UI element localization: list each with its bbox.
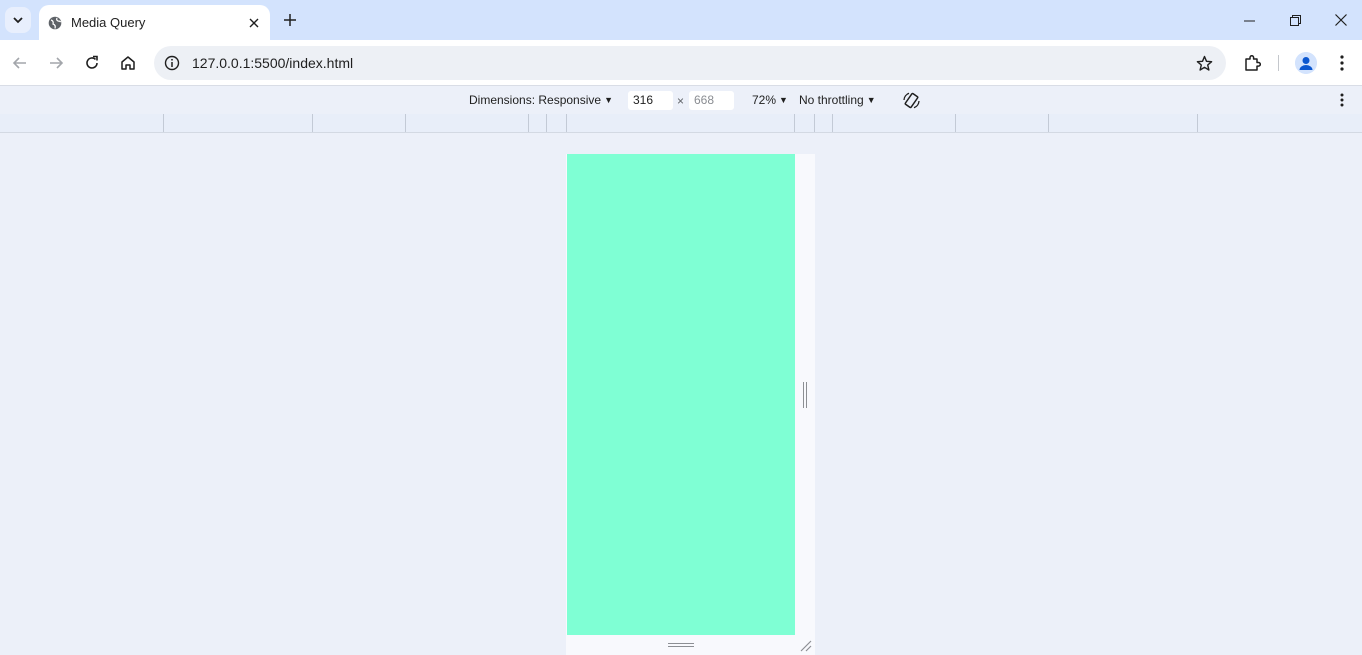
star-icon — [1196, 55, 1212, 71]
restore-icon — [1289, 14, 1301, 26]
dropdown-caret-icon: ▼ — [866, 95, 876, 105]
globe-icon — [47, 15, 63, 31]
minimize-button[interactable] — [1226, 0, 1272, 40]
tab-search-button[interactable] — [5, 7, 31, 33]
kebab-menu-icon — [1340, 93, 1344, 107]
times-sign: × — [677, 94, 685, 108]
close-icon — [249, 18, 259, 27]
tab-strip: Media Query — [0, 0, 1362, 40]
home-icon — [121, 56, 135, 70]
height-resize-handle[interactable] — [668, 643, 694, 649]
window-close-icon — [1335, 14, 1347, 26]
back-arrow-icon — [12, 57, 26, 69]
extensions-icon — [1245, 54, 1261, 71]
site-info-button[interactable] — [162, 53, 182, 73]
reload-icon — [86, 55, 98, 69]
new-tab-button[interactable] — [279, 9, 301, 31]
rotate-button[interactable] — [902, 91, 921, 110]
resize-grip-icon — [800, 640, 812, 652]
address-bar[interactable]: 127.0.0.1:5500/index.html — [154, 46, 1226, 80]
media-query-marker[interactable] — [405, 114, 406, 132]
dimensions-label: Dimensions: Responsive — [469, 93, 602, 107]
dropdown-caret-icon: ▼ — [779, 95, 788, 105]
throttling-dropdown[interactable]: No throttling ▼ — [799, 93, 876, 107]
corner-resize-handle[interactable] — [798, 638, 812, 652]
tab-title: Media Query — [71, 15, 146, 30]
height-input[interactable]: 668 — [689, 91, 734, 110]
zoom-dropdown[interactable]: 72% ▼ — [752, 93, 788, 107]
media-query-marker[interactable] — [528, 114, 529, 132]
media-query-marker[interactable] — [794, 114, 795, 132]
zoom-label: 72% — [752, 93, 777, 107]
tab-search-icon — [13, 17, 23, 24]
browser-menu-button[interactable] — [1328, 49, 1356, 77]
bookmark-button[interactable] — [1194, 53, 1214, 73]
throttling-label: No throttling — [799, 93, 864, 107]
page-viewport[interactable] — [567, 154, 795, 635]
info-icon — [164, 55, 180, 71]
device-toolbar: Dimensions: Responsive ▼ 316 × 668 72% ▼ N… — [0, 87, 1362, 114]
profile-icon — [1295, 52, 1317, 74]
media-query-marker[interactable] — [163, 114, 164, 132]
media-query-marker[interactable] — [832, 114, 833, 132]
media-query-marker[interactable] — [546, 114, 547, 132]
rotate-icon — [903, 92, 920, 109]
plus-icon — [284, 14, 296, 26]
url-text[interactable]: 127.0.0.1:5500/index.html — [192, 55, 353, 71]
browser-toolbar: 127.0.0.1:5500/index.html — [0, 40, 1362, 86]
dropdown-caret-icon: ▼ — [604, 95, 613, 105]
tab-close-button[interactable] — [244, 13, 264, 33]
extensions-button[interactable] — [1238, 49, 1266, 77]
kebab-menu-icon — [1340, 55, 1344, 71]
media-query-bar[interactable] — [0, 114, 1362, 133]
restore-button[interactable] — [1272, 0, 1318, 40]
minimize-icon — [1243, 20, 1255, 21]
media-query-marker[interactable] — [312, 114, 313, 132]
width-resize-handle[interactable] — [801, 382, 809, 408]
home-button[interactable] — [114, 49, 142, 77]
profile-button[interactable] — [1295, 52, 1317, 74]
media-query-marker[interactable] — [1048, 114, 1049, 132]
width-input[interactable]: 316 — [628, 91, 673, 110]
reload-button[interactable] — [78, 49, 106, 77]
forward-arrow-icon — [50, 57, 64, 69]
media-query-marker[interactable] — [566, 114, 567, 132]
dimensions-dropdown[interactable]: Dimensions: Responsive ▼ — [469, 93, 613, 107]
media-query-marker[interactable] — [814, 114, 815, 132]
window-close-button[interactable] — [1318, 0, 1362, 40]
active-tab[interactable]: Media Query — [39, 5, 270, 40]
back-button[interactable] — [6, 49, 34, 77]
device-toolbar-menu-button[interactable] — [1334, 90, 1350, 110]
toolbar-separator — [1278, 55, 1279, 71]
media-query-marker[interactable] — [955, 114, 956, 132]
forward-button[interactable] — [42, 49, 70, 77]
media-query-marker[interactable] — [1197, 114, 1198, 132]
